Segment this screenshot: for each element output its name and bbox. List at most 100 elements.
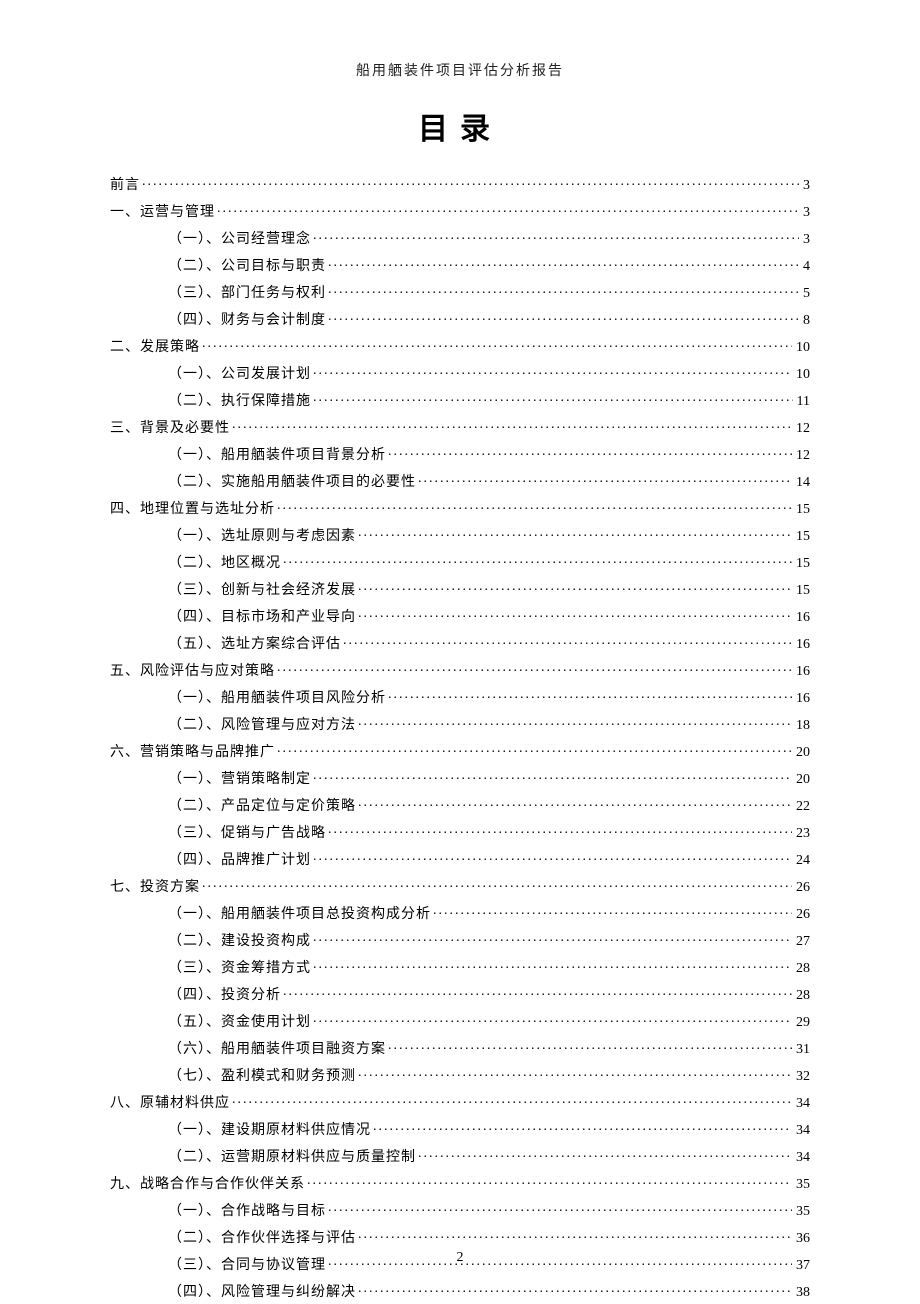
toc-entry-label: （六）、船用舾装件项目融资方案 (168, 1043, 386, 1057)
toc-row: （一）、公司经营理念 3 (110, 224, 810, 251)
toc-entry-page: 12 (794, 422, 810, 436)
toc-entry-label: （一）、船用舾装件项目风险分析 (168, 692, 386, 706)
toc-row: （四）、风险管理与纠纷解决38 (110, 1277, 810, 1304)
toc-entry-label: （四）、目标市场和产业导向 (168, 611, 356, 625)
toc-entry-label: 一、运营与管理 (110, 206, 215, 220)
toc-row: 八、原辅材料供应34 (110, 1088, 810, 1115)
toc-entry-page: 15 (794, 557, 810, 571)
toc-leader-dots (358, 1228, 792, 1242)
toc-entry-label: 前言 (110, 179, 140, 193)
toc-leader-dots (328, 310, 799, 324)
toc-leader-dots (433, 904, 792, 918)
toc-leader-dots (388, 1039, 792, 1053)
toc-entry-label: 五、风险评估与应对策略 (110, 665, 275, 679)
toc-entry-page: 34 (794, 1151, 810, 1165)
toc-entry-page: 10 (794, 368, 810, 382)
toc-entry-label: （二）、合作伙伴选择与评估 (168, 1232, 356, 1246)
toc-entry-page: 15 (794, 584, 810, 598)
toc-row: （一）、公司发展计划 10 (110, 359, 810, 386)
toc-row: （三）、促销与广告战略23 (110, 818, 810, 845)
toc-entry-label: 七、投资方案 (110, 881, 200, 895)
toc-entry-label: （二）、运营期原材料供应与质量控制 (168, 1151, 416, 1165)
toc-row: （七）、盈利模式和财务预测32 (110, 1061, 810, 1088)
toc-leader-dots (283, 553, 792, 567)
toc-entry-label: 九、战略合作与合作伙伴关系 (110, 1178, 305, 1192)
toc-entry-label: （五）、资金使用计划 (168, 1016, 311, 1030)
toc-entry-page: 3 (801, 206, 810, 220)
toc-row: （一）、船用舾装件项目总投资构成分析 26 (110, 899, 810, 926)
toc-row: （一）、船用舾装件项目风险分析16 (110, 683, 810, 710)
toc-entry-page: 15 (794, 530, 810, 544)
toc-entry-page: 35 (794, 1205, 810, 1219)
toc-entry-page: 8 (801, 314, 810, 328)
toc-entry-label: （四）、品牌推广计划 (168, 854, 311, 868)
toc-entry-page: 16 (794, 611, 810, 625)
toc-row: 一、运营与管理 3 (110, 197, 810, 224)
toc-row: （二）、地区概况 15 (110, 548, 810, 575)
toc-entry-page: 11 (795, 395, 810, 409)
toc-row: 七、投资方案26 (110, 872, 810, 899)
toc-leader-dots (313, 1012, 792, 1026)
toc-entry-page: 22 (794, 800, 810, 814)
toc-leader-dots (328, 283, 799, 297)
toc-row: （四）、投资分析28 (110, 980, 810, 1007)
toc-leader-dots (283, 985, 792, 999)
toc-row: 三、背景及必要性 12 (110, 413, 810, 440)
toc-entry-label: 三、背景及必要性 (110, 422, 230, 436)
page-header: 船用舾装件项目评估分析报告 (110, 60, 810, 80)
toc-row: （一）、选址原则与考虑因素15 (110, 521, 810, 548)
toc-entry-label: 四、地理位置与选址分析 (110, 503, 275, 517)
toc-entry-page: 36 (794, 1232, 810, 1246)
toc-entry-page: 26 (794, 908, 810, 922)
toc-entry-page: 34 (794, 1124, 810, 1138)
toc-entry-label: （一）、营销策略制定 (168, 773, 311, 787)
toc-entry-page: 3 (801, 179, 810, 193)
toc-row: （四）、财务与会计制度8 (110, 305, 810, 332)
toc-entry-page: 27 (794, 935, 810, 949)
toc-row: （二）、实施船用舾装件项目的必要性14 (110, 467, 810, 494)
toc-leader-dots (328, 1201, 792, 1215)
toc-entry-page: 16 (794, 665, 810, 679)
toc-row: （三）、部门任务与权利5 (110, 278, 810, 305)
toc-entry-label: （三）、部门任务与权利 (168, 287, 326, 301)
toc-leader-dots (232, 418, 792, 432)
toc-leader-dots (313, 931, 792, 945)
toc-entry-page: 15 (794, 503, 810, 517)
toc-entry-label: （五）、选址方案综合评估 (168, 638, 341, 652)
toc-leader-dots (343, 634, 792, 648)
toc-entry-label: （七）、盈利模式和财务预测 (168, 1070, 356, 1084)
toc-leader-dots (373, 1120, 792, 1134)
toc-entry-page: 18 (794, 719, 810, 733)
toc-leader-dots (313, 769, 792, 783)
toc-entry-label: （三）、促销与广告战略 (168, 827, 326, 841)
toc-entry-page: 12 (794, 449, 810, 463)
toc-leader-dots (313, 364, 792, 378)
toc-leader-dots (142, 175, 799, 189)
toc-row: （一）、营销策略制定 20 (110, 764, 810, 791)
toc-title: 目录 (110, 104, 810, 148)
toc-entry-label: 八、原辅材料供应 (110, 1097, 230, 1111)
toc-row: （二）、建设投资构成27 (110, 926, 810, 953)
toc-entry-page: 38 (794, 1286, 810, 1300)
toc-entry-page: 3 (801, 233, 810, 247)
toc-leader-dots (277, 661, 792, 675)
toc-leader-dots (358, 796, 792, 810)
toc-row: （四）、品牌推广计划24 (110, 845, 810, 872)
toc-row: （五）、资金使用计划29 (110, 1007, 810, 1034)
toc-row: （三）、创新与社会经济发展15 (110, 575, 810, 602)
toc-entry-page: 35 (794, 1178, 810, 1192)
toc-entry-label: （二）、地区概况 (168, 557, 281, 571)
toc-leader-dots (418, 1147, 792, 1161)
toc-row: （六）、船用舾装件项目融资方案31 (110, 1034, 810, 1061)
toc-leader-dots (358, 580, 792, 594)
toc-entry-page: 20 (794, 773, 810, 787)
toc-entry-label: （一）、合作战略与目标 (168, 1205, 326, 1219)
toc-entry-page: 20 (794, 746, 810, 760)
toc-entry-label: （一）、公司发展计划 (168, 368, 311, 382)
toc-leader-dots (202, 877, 792, 891)
toc-entry-page: 14 (794, 476, 810, 490)
toc-entry-label: （一）、船用舾装件项目总投资构成分析 (168, 908, 431, 922)
toc-entry-label: 二、发展策略 (110, 341, 200, 355)
toc-entry-label: （一）、公司经营理念 (168, 233, 311, 247)
toc-row: 九、战略合作与合作伙伴关系 35 (110, 1169, 810, 1196)
